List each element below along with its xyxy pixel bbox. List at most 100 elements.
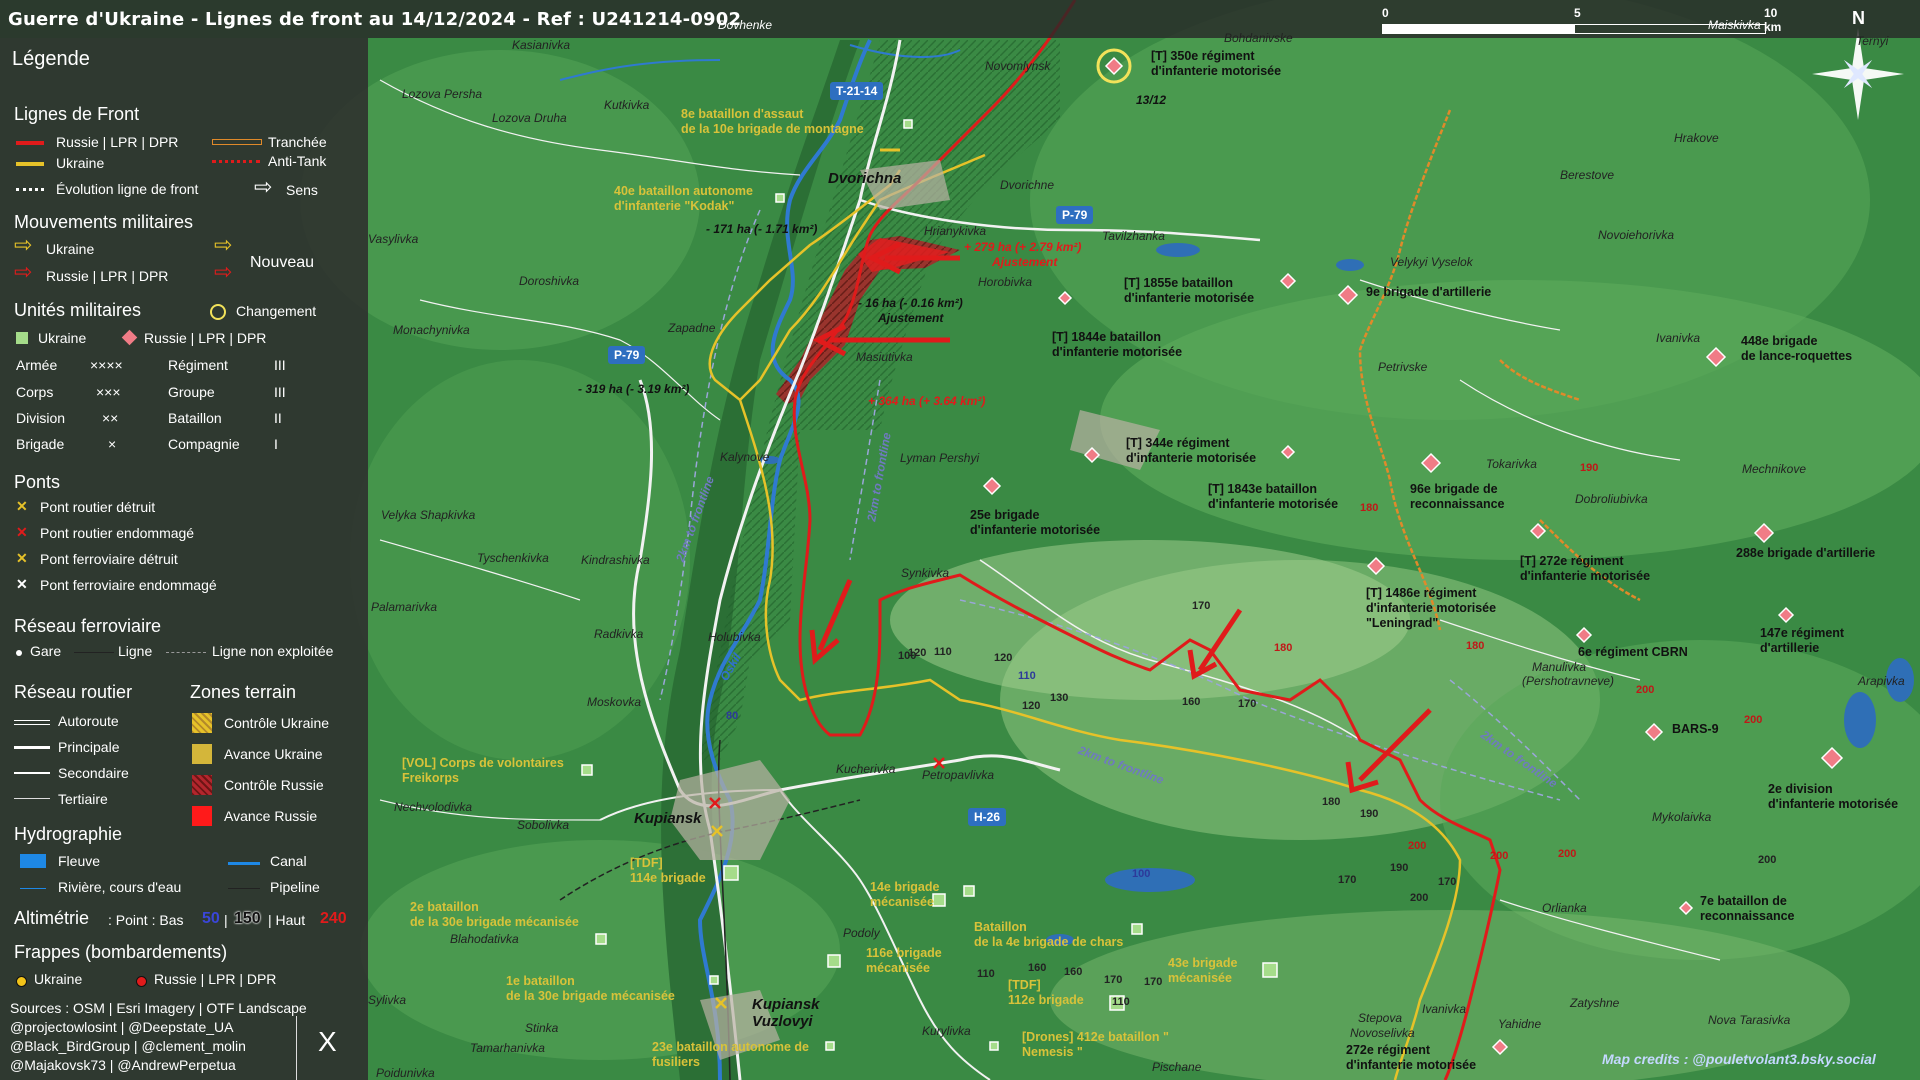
legend-terrain-item: Avance Ukraine: [224, 746, 323, 762]
pipeline-swatch: [228, 888, 260, 889]
place-label: Moskovka: [587, 695, 642, 709]
unit-label: 14e brigade mécanisée: [870, 880, 940, 909]
place-label: Ivanivka: [1656, 331, 1701, 345]
rail-heading: Réseau ferroviaire: [14, 616, 162, 636]
altitude-point: 200: [1490, 850, 1509, 862]
unit-size-symbol: ××: [102, 410, 119, 426]
place-label: Manulivka: [1532, 660, 1587, 674]
unit-label: [T] 272e régiment d'infanterie motorisée: [1520, 554, 1651, 583]
legend-direction: Sens: [286, 182, 318, 198]
x-logo-icon[interactable]: X: [318, 1026, 337, 1058]
strikes-heading: Frappes (bombardements): [14, 942, 228, 962]
road-bridge-destroyed-icon: ✕: [16, 498, 28, 514]
rail-bridge-damaged-icon: ✕: [16, 576, 28, 592]
area-change-label: - 171 ha (- 1.71 km²): [706, 222, 818, 236]
unit-size-label: Brigade: [16, 436, 65, 452]
movements-heading: Mouvements militaires: [14, 212, 194, 232]
legend-terrain-item: Avance Russie: [224, 808, 318, 824]
canal-swatch: [228, 862, 260, 865]
place-label: Mykolaivka: [1652, 810, 1712, 824]
place-label: Bohdanivske: [1224, 31, 1293, 45]
roads-heading: Réseau routier: [14, 682, 133, 702]
place-label: Orlianka: [1542, 901, 1587, 915]
unit-label: 7e bataillon de reconnaissance: [1700, 894, 1795, 923]
place-label: Monachynivka: [393, 323, 470, 337]
altitude-point: 200: [1744, 714, 1763, 726]
rail-bridge-destroyed-icon: ✕: [16, 550, 28, 566]
legend-rail-unused: Ligne non exploitée: [212, 643, 334, 659]
place-label: Novoselivka: [1350, 1026, 1415, 1040]
place-label: Lyman Pershyi: [900, 451, 980, 465]
unit-size-label: Régiment: [168, 357, 228, 373]
place-label: Kalynove: [720, 450, 770, 464]
unit-label: [TDF] 112e brigade: [1008, 978, 1084, 1007]
unit-size-label: Bataillon: [168, 410, 222, 426]
place-label: Dovhenke: [718, 18, 773, 32]
altimetry-high: 240: [320, 910, 347, 927]
altitude-point: 200: [1636, 684, 1655, 696]
road-shield-p79-west: P-79: [608, 346, 646, 364]
unit-size-symbol: ×: [108, 436, 117, 452]
unit-label: [T] 1844e bataillon d'infanterie motoris…: [1052, 330, 1183, 359]
sources-divider: [296, 1016, 297, 1080]
russia-line-swatch: [16, 141, 44, 145]
unit-label: 116e brigade mécanisée: [866, 946, 942, 975]
unit-size-symbol: III: [274, 384, 286, 400]
unit-label: 9e brigade d'artillerie: [1366, 285, 1492, 299]
place-label: Maiskivka: [1708, 18, 1761, 32]
russia-move-arrow-icon: ⇨: [14, 259, 33, 284]
page-title: Guerre d'Ukraine - Lignes de front au 14…: [8, 9, 742, 30]
place-label: Petropavlivka: [922, 768, 995, 782]
place-label: Ternyi: [1856, 34, 1889, 48]
legend-antitank: Anti-Tank: [268, 153, 327, 169]
unit-label: 6e régiment CBRN: [1578, 645, 1688, 659]
unit-size-label: Corps: [16, 384, 54, 400]
legend-ukraine-line: Ukraine: [56, 155, 105, 171]
road-swatch-main: [14, 746, 50, 749]
unit-label: 43e brigade mécanisée: [1168, 956, 1238, 985]
road-shield-t2114: T-21-14: [830, 82, 884, 100]
unit-label: [T] 1855e bataillon d'infanterie motoris…: [1124, 276, 1255, 305]
antitank-swatch: [212, 160, 260, 163]
change-ring-icon: [210, 304, 226, 320]
legend-road-item: Tertiaire: [58, 791, 108, 807]
legend-hydro-river: Fleuve: [58, 853, 101, 869]
legend-new: Nouveau: [250, 254, 315, 271]
altitude-point: 120: [1022, 700, 1041, 712]
legend-hydro-stream: Rivière, cours d'eau: [58, 879, 182, 895]
sources-line: Sources : OSM | Esri Imagery | OTF Lands…: [10, 1000, 307, 1016]
altitude-point: 190: [1360, 808, 1379, 820]
place-label: Radkivka: [594, 627, 644, 641]
unit-label: [TDF] 114e brigade: [630, 856, 706, 885]
altitude-point: 180: [1360, 502, 1379, 514]
rail-unused-swatch: [166, 652, 206, 653]
ukraine-strike-icon: [16, 976, 27, 987]
altitude-point: 170: [1192, 600, 1211, 612]
place-label: Velyka Shapkivka: [381, 508, 476, 522]
north-label: N: [1852, 8, 1865, 28]
road-shield-p79-north: P-79: [1056, 206, 1094, 224]
legend-road-item: Autoroute: [58, 713, 119, 729]
place-label: Kindrashivka: [581, 553, 650, 567]
unit-size-symbol: I: [274, 436, 278, 452]
terrain-swatch-ukraine-control: [192, 713, 212, 733]
bridges-heading: Ponts: [14, 472, 61, 492]
unit-size-symbol: ××××: [90, 357, 123, 373]
place-label: Novomlynsk: [985, 59, 1051, 73]
river-swatch: [20, 854, 46, 868]
legend-title: Légende: [12, 48, 90, 70]
change-date-label: 13/12: [1136, 93, 1167, 107]
place-label: Hrianykivka: [924, 224, 987, 238]
north-indicator: N: [1808, 8, 1908, 118]
terrain-swatch-russia-advance: [192, 806, 212, 826]
legend-movement-russia: Russie | LPR | DPR: [46, 268, 169, 284]
place-label: Pischane: [1152, 1060, 1202, 1074]
place-label: Masiutivka: [856, 350, 913, 364]
altitude-point: 110: [1112, 996, 1130, 1008]
altitude-point: 180: [1274, 642, 1293, 654]
altitude-point: 130: [1050, 692, 1069, 704]
legend-russia-line: Russie | LPR | DPR: [56, 134, 179, 150]
altitude-point: 110: [1018, 670, 1036, 682]
altimetry-separator: |: [224, 912, 228, 928]
place-label: Velykyi Vyselok: [1390, 255, 1473, 269]
